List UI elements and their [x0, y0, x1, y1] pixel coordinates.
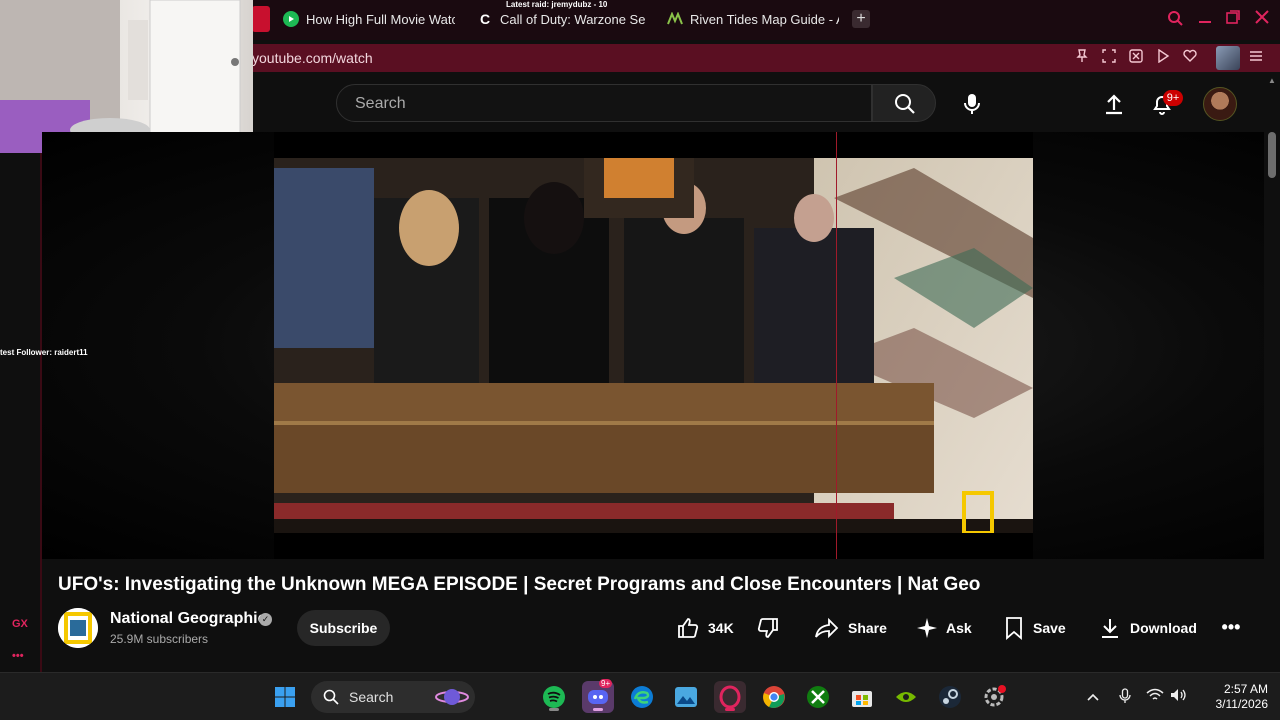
running-indicator: [549, 708, 559, 711]
ad-block-icon[interactable]: [1126, 48, 1146, 68]
search-tabs-icon[interactable]: [1166, 10, 1184, 28]
share-icon: [815, 617, 839, 639]
close-icon[interactable]: [1253, 10, 1271, 28]
tab-warzone[interactable]: C Call of Duty: Warzone Sea: [477, 8, 645, 30]
active-tab-edge[interactable]: [252, 6, 270, 32]
profile-thumbnail[interactable]: [1216, 46, 1240, 70]
create-button[interactable]: [1094, 84, 1134, 124]
planet-icon: [435, 689, 469, 705]
clock-date: 3/11/2026: [1215, 697, 1269, 711]
microphone-icon: [964, 94, 980, 114]
sparkle-icon: [917, 618, 937, 638]
tab-how-high[interactable]: How High Full Movie Watc: [283, 8, 455, 30]
xbox-icon[interactable]: [802, 681, 834, 713]
notification-badge: 9+: [1163, 90, 1183, 106]
save-label: Save: [1033, 620, 1066, 636]
windows-taskbar: Search 9+ 2:57 AM 3/11/2026: [0, 672, 1280, 720]
share-button[interactable]: Share: [810, 610, 891, 646]
clock[interactable]: 2:57 AM 3/11/2026: [1196, 682, 1269, 712]
taskbar-search[interactable]: Search: [311, 681, 475, 713]
settings-icon[interactable]: [978, 681, 1010, 713]
like-button[interactable]: 34K: [672, 610, 738, 646]
spotify-icon[interactable]: [538, 681, 570, 713]
gx-sidebar-label[interactable]: GX: [12, 618, 28, 630]
taskbar-search-label: Search: [349, 689, 394, 705]
opera-gx-icon[interactable]: [714, 681, 746, 713]
video-content[interactable]: [274, 132, 1033, 559]
tab-label: Riven Tides Map Guide - A: [690, 11, 839, 27]
video-frame-image: [274, 158, 1033, 533]
dislike-button[interactable]: [752, 610, 784, 646]
nvidia-icon[interactable]: [890, 681, 922, 713]
upload-icon: [1106, 94, 1122, 115]
more-actions-icon[interactable]: •••: [1214, 612, 1248, 644]
search-icon: [323, 689, 339, 705]
thumbs-up-icon: [678, 618, 699, 638]
player-icon[interactable]: [1153, 48, 1173, 68]
video-player[interactable]: [42, 132, 1264, 559]
running-indicator: [725, 708, 735, 711]
minimize-icon[interactable]: [1196, 10, 1214, 28]
search-icon: [895, 94, 915, 114]
gx-more-icon[interactable]: •••: [12, 650, 24, 662]
leaf-logo-icon: [667, 11, 683, 27]
play-circle-icon: [283, 11, 299, 27]
stream-raid-overlay: Latest raid: jremydubz - 10: [506, 0, 608, 9]
ask-button[interactable]: Ask: [912, 610, 976, 646]
new-tab-button[interactable]: +: [852, 10, 870, 28]
share-label: Share: [848, 620, 887, 636]
voice-search-button[interactable]: [952, 84, 992, 124]
channel-name[interactable]: National Geographic: [110, 610, 266, 628]
microsoft-store-icon[interactable]: [846, 681, 878, 713]
tab-label: Call of Duty: Warzone Sea: [500, 11, 645, 27]
save-button[interactable]: Save: [999, 610, 1070, 646]
stream-split-line: [836, 132, 837, 559]
restore-icon[interactable]: [1224, 10, 1242, 28]
c-logo-icon: C: [479, 11, 491, 27]
volume-icon[interactable]: [1170, 688, 1188, 706]
windows-start-icon[interactable]: [269, 681, 301, 713]
webcam-overlay: [0, 0, 253, 153]
microphone-icon[interactable]: [1116, 688, 1134, 706]
nat-geo-logo-icon: [58, 608, 98, 648]
channel-avatar[interactable]: [58, 608, 98, 648]
thumbs-down-icon: [757, 618, 778, 638]
page-scrollbar[interactable]: [1268, 132, 1276, 178]
tab-riven-tides[interactable]: Riven Tides Map Guide - A: [667, 8, 839, 30]
chevron-up-icon[interactable]: [1084, 688, 1102, 706]
steam-icon[interactable]: [934, 681, 966, 713]
chrome-icon[interactable]: [758, 681, 790, 713]
snapshot-icon[interactable]: [1099, 48, 1119, 68]
stream-follower-overlay: test Follower: raidert11: [0, 348, 88, 357]
tab-label: How High Full Movie Watc: [306, 11, 455, 27]
discord-badge: 9+: [599, 679, 613, 688]
discord-icon[interactable]: 9+: [582, 679, 614, 713]
download-icon: [1102, 619, 1118, 638]
account-avatar[interactable]: [1203, 87, 1237, 121]
ask-label: Ask: [946, 620, 972, 636]
search-box[interactable]: [336, 84, 872, 123]
subscriber-count: 25.9M subscribers: [110, 632, 209, 646]
bookmark-icon: [1006, 617, 1022, 640]
running-indicator: [593, 708, 603, 711]
url-text[interactable]: youtube.com/watch: [252, 50, 373, 66]
download-button[interactable]: Download: [1094, 610, 1201, 646]
video-title: UFO's: Investigating the Unknown MEGA EP…: [58, 574, 981, 595]
like-count: 34K: [708, 620, 734, 636]
pin-icon[interactable]: [1072, 48, 1092, 68]
heart-icon[interactable]: [1180, 48, 1200, 68]
clock-time: 2:57 AM: [1223, 682, 1268, 696]
edge-icon[interactable]: [626, 681, 658, 713]
wifi-icon[interactable]: [1146, 688, 1164, 706]
search-input[interactable]: [353, 85, 857, 123]
menu-icon[interactable]: [1246, 48, 1266, 68]
verified-check-icon: ✓: [259, 613, 272, 626]
search-button[interactable]: [872, 84, 936, 122]
subscribe-button[interactable]: Subscribe: [297, 610, 390, 646]
photos-icon[interactable]: [670, 681, 702, 713]
scroll-up-arrow[interactable]: ▲: [1268, 76, 1276, 86]
download-label: Download: [1130, 620, 1197, 636]
